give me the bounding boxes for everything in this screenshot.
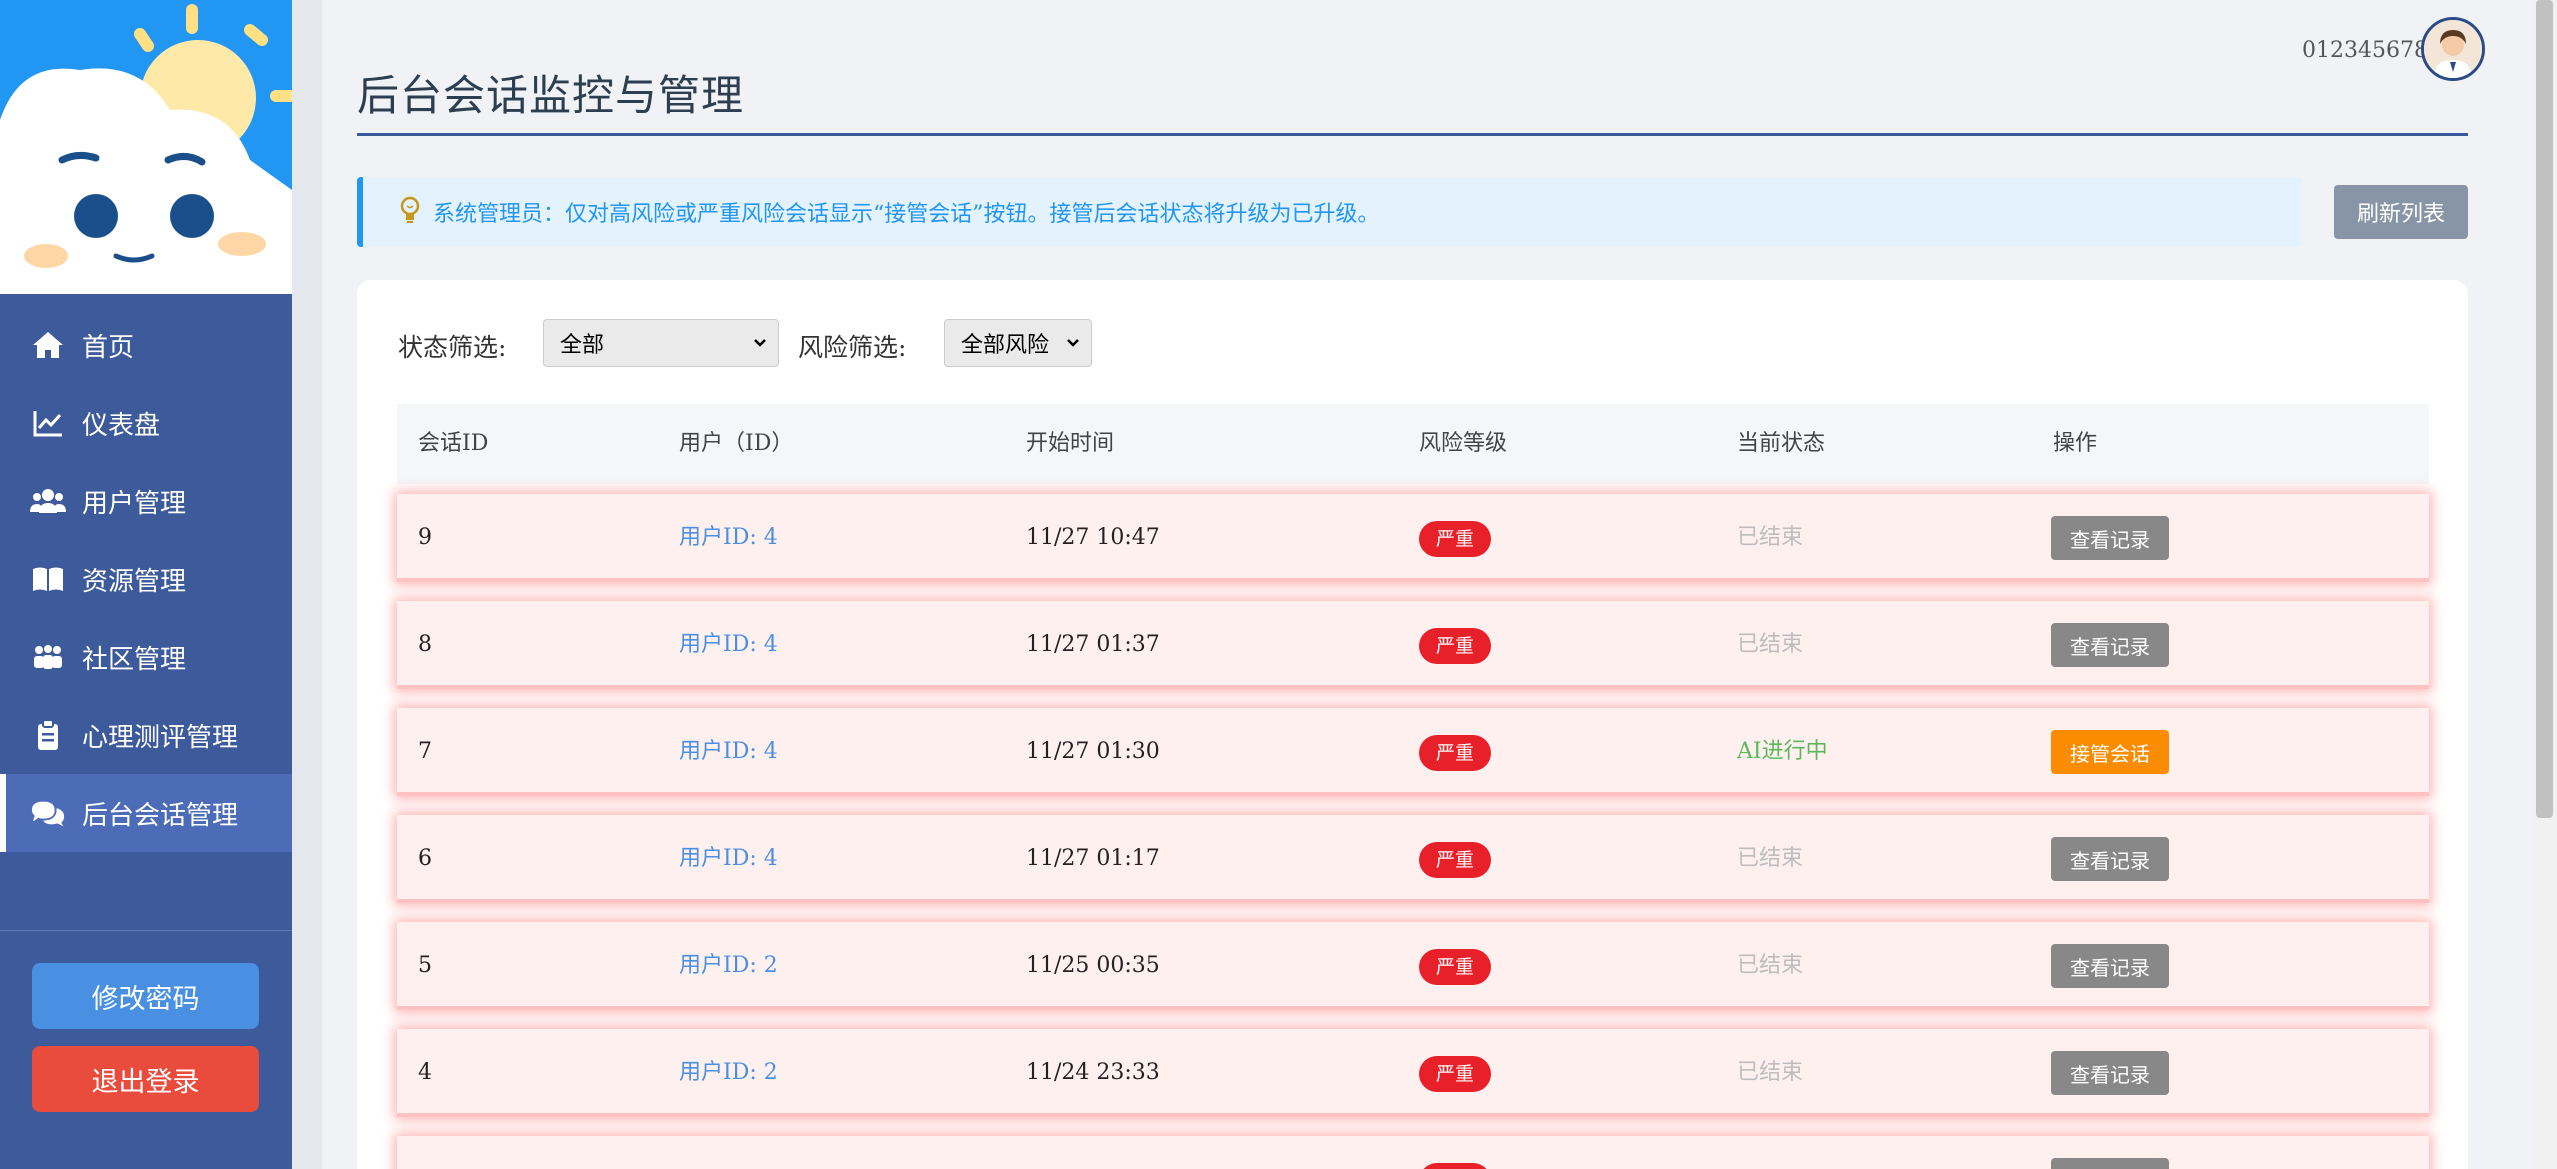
sidebar-item-sessions[interactable]: 后台会话管理	[0, 774, 292, 852]
status-filter-select[interactable]: 全部	[543, 319, 779, 367]
refresh-list-button[interactable]: 刷新列表	[2334, 185, 2468, 239]
view-record-button[interactable]: 查看记录	[2051, 1051, 2169, 1095]
view-record-button[interactable]: 查看记录	[2051, 837, 2169, 881]
table-row: 5 用户ID: 2 11/25 00:35 严重 已结束 查看记录	[397, 922, 2429, 1010]
change-password-button[interactable]: 修改密码	[32, 963, 259, 1029]
sidebar-item-community[interactable]: 社区管理	[0, 618, 292, 696]
start-time: 11/27 10:47	[1026, 525, 1160, 550]
sun-cloud-logo	[0, 0, 292, 294]
risk-badge: 严重	[1419, 628, 1491, 664]
user-link[interactable]: 用户ID: 2	[679, 1029, 778, 1117]
logout-button[interactable]: 退出登录	[32, 1046, 259, 1112]
notice-text: 系统管理员：仅对高风险或严重风险会话显示“接管会话”按钮。接管后会话状态将升级为…	[433, 202, 1380, 227]
start-time: 11/27 01:30	[1026, 739, 1160, 764]
sidebar-item-assessment[interactable]: 心理测评管理	[0, 696, 292, 774]
title-divider	[357, 133, 2468, 136]
start-time: 11/27 01:17	[1026, 846, 1160, 871]
risk-badge: 严重	[1419, 949, 1491, 985]
table-row: 7 用户ID: 4 11/27 01:30 严重 AI进行中 接管会话	[397, 708, 2429, 796]
status-text: 已结束	[1737, 1060, 1804, 1085]
take-over-session-button[interactable]: 接管会话	[2051, 730, 2169, 774]
session-id: 9	[418, 525, 432, 550]
avatar[interactable]	[2421, 17, 2485, 81]
logo	[0, 0, 292, 294]
clipboard-icon	[30, 719, 66, 751]
view-record-button[interactable]: 查看记录	[2051, 623, 2169, 667]
sidebar-item-resources[interactable]: 资源管理	[0, 540, 292, 618]
risk-badge: 严重	[1419, 521, 1491, 557]
risk-badge: 严重	[1419, 842, 1491, 878]
col-session-id: 会话ID	[418, 431, 489, 456]
session-id: 7	[418, 739, 432, 764]
chevron-down-icon	[752, 333, 768, 359]
content-gutter	[292, 0, 322, 1169]
user-link[interactable]: 用户ID: 4	[679, 601, 778, 689]
page-title: 后台会话监控与管理	[357, 71, 745, 120]
sidebar-item-home[interactable]: 首页	[0, 306, 292, 384]
avatar-image	[2424, 20, 2482, 78]
start-time: 11/25 00:35	[1026, 953, 1160, 978]
sidebar-item-label: 用户管理	[82, 488, 187, 519]
table-row: 9 用户ID: 4 11/27 10:47 严重 已结束 查看记录	[397, 494, 2429, 582]
status-text: 已结束	[1737, 953, 1804, 978]
sidebar-item-users[interactable]: 用户管理	[0, 462, 292, 540]
sidebar-item-dashboard[interactable]: 仪表盘	[0, 384, 292, 462]
sidebar: 首页 仪表盘 用户管理 资源管理 社区管理 心理测评管理 后台会话管理 修改密码…	[0, 0, 292, 1169]
start-time: 11/24 23:33	[1026, 1060, 1160, 1085]
status-text: 已结束	[1737, 632, 1804, 657]
user-link[interactable]: 用户ID: 2	[679, 922, 778, 1010]
status-text: 已结束	[1737, 525, 1804, 550]
risk-badge: 严重	[1419, 1056, 1491, 1092]
chevron-down-icon	[1065, 333, 1081, 359]
view-record-button[interactable]: 查看记录	[2051, 944, 2169, 988]
session-id: 8	[418, 632, 432, 657]
col-user: 用户（ID）	[679, 431, 794, 456]
book-icon	[30, 563, 66, 595]
session-id: 4	[418, 1060, 432, 1085]
table-header: 会话ID 用户（ID） 开始时间 风险等级 当前状态 操作	[397, 404, 2429, 484]
sidebar-item-label: 资源管理	[82, 566, 187, 597]
sidebar-item-label: 仪表盘	[82, 410, 161, 441]
chart-line-icon	[30, 407, 66, 439]
scrollbar-thumb[interactable]	[2536, 0, 2553, 818]
user-link[interactable]: 用户ID: 4	[679, 815, 778, 903]
home-icon	[30, 329, 66, 361]
status-filter-label: 状态筛选:	[398, 333, 507, 362]
session-id: 5	[418, 953, 432, 978]
sidebar-item-label: 首页	[82, 332, 135, 363]
user-link[interactable]: 用户ID: 4	[679, 494, 778, 582]
risk-badge: 严重	[1419, 735, 1491, 771]
risk-badge: 严重	[1419, 1163, 1491, 1169]
sidebar-item-label: 社区管理	[82, 644, 187, 675]
table-row: 4 用户ID: 2 11/24 23:33 严重 已结束 查看记录	[397, 1029, 2429, 1117]
view-record-button[interactable]	[2051, 1158, 2169, 1169]
status-text: AI进行中	[1737, 739, 1828, 764]
col-risk-level: 风险等级	[1419, 431, 1508, 456]
lightbulb-icon	[399, 195, 421, 229]
table-row: 6 用户ID: 4 11/27 01:17 严重 已结束 查看记录	[397, 815, 2429, 903]
session-id: 6	[418, 846, 432, 871]
admin-notice: 系统管理员：仅对高风险或严重风险会话显示“接管会话”按钮。接管后会话状态将升级为…	[357, 177, 2302, 247]
sidebar-item-label: 心理测评管理	[82, 722, 239, 753]
table-row: 8 用户ID: 4 11/27 01:37 严重 已结束 查看记录	[397, 601, 2429, 689]
risk-filter-label: 风险筛选:	[798, 333, 907, 362]
col-actions: 操作	[2053, 431, 2098, 456]
table-row: 严重	[397, 1136, 2429, 1169]
user-id: 012345678	[2302, 38, 2428, 63]
sidebar-item-label: 后台会话管理	[82, 800, 239, 831]
sidebar-nav: 首页 仪表盘 用户管理 资源管理 社区管理 心理测评管理 后台会话管理	[0, 306, 292, 852]
risk-filter-select[interactable]: 全部风险	[944, 319, 1092, 367]
status-text: 已结束	[1737, 846, 1804, 871]
col-start-time: 开始时间	[1026, 431, 1115, 456]
users-icon	[30, 485, 66, 517]
col-status: 当前状态	[1737, 431, 1826, 456]
chat-icon	[30, 797, 66, 829]
sidebar-divider	[0, 930, 292, 931]
view-record-button[interactable]: 查看记录	[2051, 516, 2169, 560]
user-link[interactable]: 用户ID: 4	[679, 708, 778, 796]
start-time: 11/27 01:37	[1026, 632, 1160, 657]
community-icon	[30, 641, 66, 673]
